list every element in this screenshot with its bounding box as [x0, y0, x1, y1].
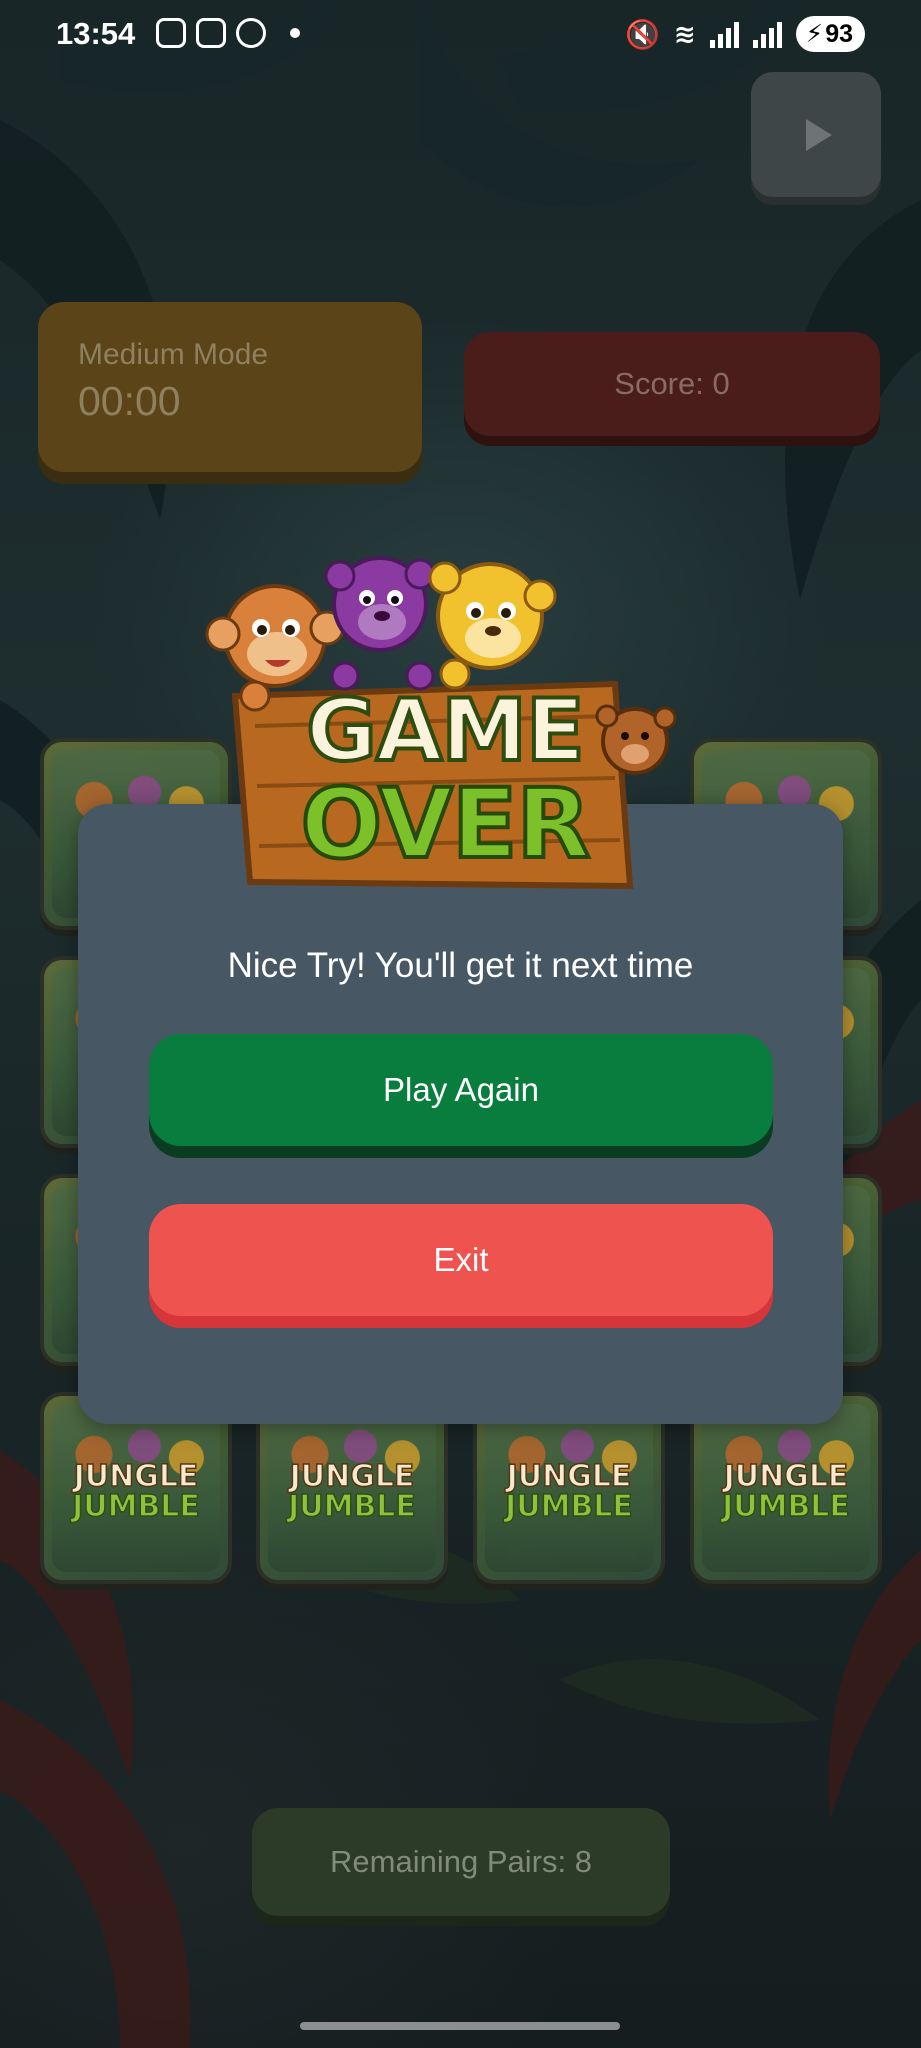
battery-level: 93 [825, 19, 853, 48]
card-logo-line1: JUNGLE [506, 1459, 632, 1494]
battery-icon: ⚡ 93 [795, 16, 865, 52]
exit-button[interactable]: Exit [149, 1204, 773, 1316]
signal-icon [709, 20, 739, 48]
status-icons-right: 🔇 ≋ ⚡ 93 [625, 16, 865, 52]
mode-label: Medium Mode [78, 338, 269, 371]
mute-icon: 🔇 [624, 18, 660, 50]
status-time: 13:54 [56, 16, 136, 51]
card-logo: JUNGLE JUMBLE [44, 1459, 228, 1524]
play-again-button[interactable]: Play Again [149, 1034, 773, 1146]
remaining-pairs-panel: Remaining Pairs: 8 [252, 1808, 670, 1916]
card-logo-line1: JUNGLE [723, 1459, 849, 1494]
card-logo-line2: JUMBLE [71, 1489, 200, 1524]
game-over-title-line2: OVER [299, 768, 593, 880]
signal-icon [752, 20, 782, 48]
card-logo: JUNGLE JUMBLE [694, 1459, 878, 1524]
notification-dot-icon [290, 28, 300, 38]
status-icons-left [156, 18, 300, 48]
play-button[interactable] [751, 72, 881, 197]
home-indicator[interactable] [300, 2022, 620, 2030]
status-bar: 13:54 🔇 ≋ ⚡ 93 [0, 0, 921, 70]
card-logo: JUNGLE JUMBLE [477, 1459, 661, 1524]
score-panel: Score: 0 [464, 332, 880, 436]
screenshot-icon [156, 18, 186, 48]
game-over-logo: GAME OVER [195, 556, 695, 896]
game-over-dialog: Nice Try! You'll get it next time Play A… [78, 804, 843, 1424]
card-logo-line1: JUNGLE [289, 1459, 415, 1494]
timer: 00:00 [78, 378, 181, 424]
card-logo-line1: JUNGLE [73, 1459, 199, 1494]
card-logo: JUNGLE JUMBLE [260, 1459, 444, 1524]
game-over-title-line1: GAME [304, 681, 586, 781]
card-logo-line2: JUMBLE [287, 1489, 416, 1524]
accessibility-icon [196, 18, 226, 48]
game-over-message: Nice Try! You'll get it next time [227, 946, 694, 985]
card-logo-line2: JUMBLE [721, 1489, 850, 1524]
remaining-pairs-label: Remaining Pairs: 8 [330, 1844, 592, 1879]
play-icon [806, 118, 832, 151]
score-label: Score: 0 [614, 366, 730, 401]
charging-icon: ⚡ [805, 20, 824, 48]
wifi-icon: ≋ [673, 18, 696, 49]
card-logo-line2: JUMBLE [504, 1489, 633, 1524]
vpn-icon [236, 18, 266, 48]
mode-timer-panel: Medium Mode 00:00 [38, 302, 422, 472]
